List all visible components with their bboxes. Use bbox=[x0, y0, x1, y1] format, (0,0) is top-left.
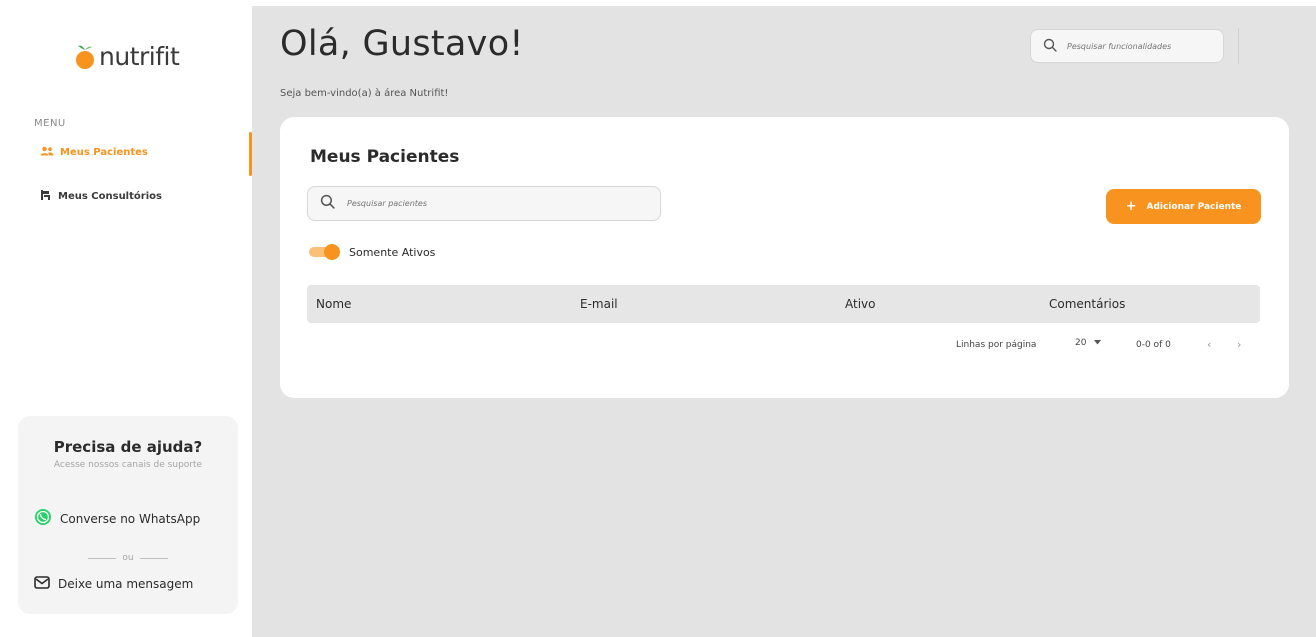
plus-icon: + bbox=[1125, 199, 1137, 214]
help-card: Precisa de ajuda? Acesse nossos canais d… bbox=[18, 416, 238, 614]
message-link[interactable]: Deixe uma mensagem bbox=[34, 576, 193, 592]
feature-search-input[interactable] bbox=[1067, 41, 1207, 51]
whatsapp-icon bbox=[34, 508, 52, 529]
search-icon bbox=[1043, 37, 1057, 56]
search-icon bbox=[320, 194, 335, 213]
chevron-right-icon[interactable]: › bbox=[1237, 338, 1241, 351]
chevron-left-icon[interactable]: ‹ bbox=[1207, 338, 1211, 351]
column-header-nome[interactable]: Nome bbox=[316, 297, 351, 311]
logo-text: nutrifit bbox=[99, 42, 180, 71]
column-header-ativo[interactable]: Ativo bbox=[845, 297, 875, 311]
page-title: Olá, Gustavo! bbox=[280, 24, 524, 64]
caret-down-icon bbox=[1094, 338, 1102, 348]
patients-card: Meus Pacientes + Adicionar Paciente Some… bbox=[280, 117, 1289, 398]
main-content: Olá, Gustavo! Seja bem-vindo(a) à área N… bbox=[252, 6, 1316, 637]
rows-per-page-label: Linhas por página bbox=[956, 340, 1037, 350]
help-title: Precisa de ajuda? bbox=[53, 438, 203, 456]
or-divider: ou bbox=[18, 553, 238, 563]
table-header: Nome E-mail Ativo Comentários bbox=[307, 285, 1260, 323]
sidebar-item-meus-pacientes[interactable]: Meus Pacientes bbox=[40, 146, 148, 159]
section-title: Meus Pacientes bbox=[310, 147, 460, 167]
toggle-label: Somente Ativos bbox=[349, 245, 436, 259]
toggle-knob bbox=[324, 244, 340, 260]
sidebar-item-label: Meus Pacientes bbox=[60, 147, 148, 158]
users-icon bbox=[40, 146, 54, 159]
sidebar-item-label: Meus Consultórios bbox=[58, 191, 162, 202]
rows-per-page-select[interactable]: 20 bbox=[1075, 338, 1102, 348]
orange-logo-icon bbox=[74, 44, 96, 70]
message-label: Deixe uma mensagem bbox=[58, 577, 194, 591]
whatsapp-label: Converse no WhatsApp bbox=[60, 511, 201, 526]
patient-search[interactable] bbox=[307, 186, 661, 221]
whatsapp-link[interactable]: Converse no WhatsApp bbox=[34, 508, 200, 529]
or-label: ou bbox=[122, 553, 134, 563]
sidebar-item-meus-consultorios[interactable]: Meus Consultórios bbox=[40, 189, 162, 204]
office-icon bbox=[40, 189, 52, 204]
sidebar: nutrifit MENU Meus Pacientes Meus Consul… bbox=[0, 0, 252, 637]
logo: nutrifit bbox=[74, 42, 180, 71]
help-subtitle: Acesse nossos canais de suporte bbox=[53, 460, 203, 470]
column-header-comentarios[interactable]: Comentários bbox=[1049, 297, 1125, 311]
feature-search[interactable] bbox=[1030, 29, 1224, 63]
welcome-text: Seja bem-vindo(a) à área Nutrifit! bbox=[280, 88, 449, 99]
patient-search-input[interactable] bbox=[347, 199, 637, 208]
add-patient-button[interactable]: + Adicionar Paciente bbox=[1106, 189, 1261, 224]
add-patient-label: Adicionar Paciente bbox=[1146, 201, 1242, 212]
pagination-range: 0-0 of 0 bbox=[1136, 340, 1171, 350]
active-filter: Somente Ativos bbox=[309, 244, 435, 260]
divider-line bbox=[88, 557, 117, 559]
menu-label: MENU bbox=[34, 118, 66, 129]
column-header-email[interactable]: E-mail bbox=[580, 297, 618, 311]
active-only-toggle[interactable] bbox=[309, 244, 340, 260]
rows-per-page-value: 20 bbox=[1075, 338, 1087, 348]
header-divider bbox=[1238, 28, 1239, 64]
mail-icon bbox=[34, 576, 50, 592]
divider-line bbox=[139, 557, 168, 559]
